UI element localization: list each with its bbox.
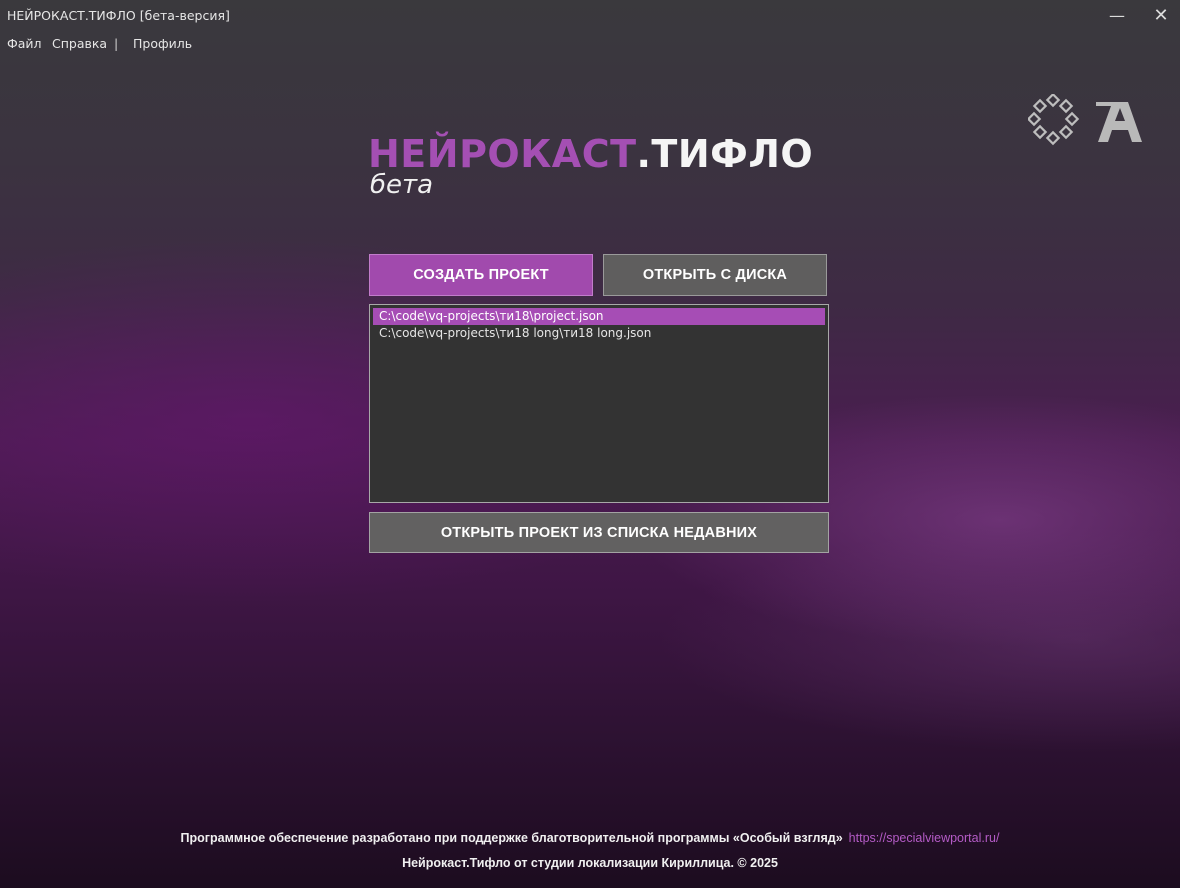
logo-white-part: .ТИФЛО bbox=[636, 132, 814, 176]
support-text: Программное обеспечение разработано при … bbox=[180, 831, 843, 845]
create-project-button[interactable]: СОЗДАТЬ ПРОЕКТ bbox=[369, 254, 593, 296]
open-from-disk-button[interactable]: ОТКРЫТЬ С ДИСКА bbox=[603, 254, 827, 296]
support-notice: Программное обеспечение разработано при … bbox=[0, 831, 1180, 845]
recent-project-item[interactable]: C:\code\vq-projects\ти18\project.json bbox=[373, 308, 825, 325]
support-link[interactable]: https://specialviewportal.ru/ bbox=[849, 831, 1000, 845]
app-logo: НЕЙРОКАСТ.ТИФЛО бета bbox=[368, 132, 838, 202]
credits-text: Нейрокаст.Тифло от студии локализации Ки… bbox=[402, 856, 778, 870]
menu-separator: | bbox=[114, 36, 119, 51]
close-button[interactable]: ✕ bbox=[1146, 6, 1176, 26]
menu-help[interactable]: Справка bbox=[52, 36, 107, 51]
logo-beta-label: бета bbox=[370, 170, 434, 200]
menu-file[interactable]: Файл bbox=[7, 36, 42, 51]
a-letter-logo-icon bbox=[1096, 102, 1142, 142]
recent-projects-list[interactable]: C:\code\vq-projects\ти18\project.json C:… bbox=[369, 304, 829, 503]
window-title: НЕЙРОКАСТ.ТИФЛО [бета-версия] bbox=[7, 8, 230, 23]
minimize-button[interactable]: — bbox=[1102, 6, 1132, 26]
menu-profile[interactable]: Профиль bbox=[133, 36, 192, 51]
open-recent-project-button[interactable]: ОТКРЫТЬ ПРОЕКТ ИЗ СПИСКА НЕДАВНИХ bbox=[369, 512, 829, 553]
recent-project-item[interactable]: C:\code\vq-projects\ти18 long\ти18 long.… bbox=[373, 325, 825, 342]
diamond-ring-icon bbox=[1028, 94, 1080, 146]
title-bar: НЕЙРОКАСТ.ТИФЛО [бета-версия] — ✕ bbox=[0, 0, 1180, 32]
logo-text: НЕЙРОКАСТ.ТИФЛО bbox=[368, 132, 813, 176]
